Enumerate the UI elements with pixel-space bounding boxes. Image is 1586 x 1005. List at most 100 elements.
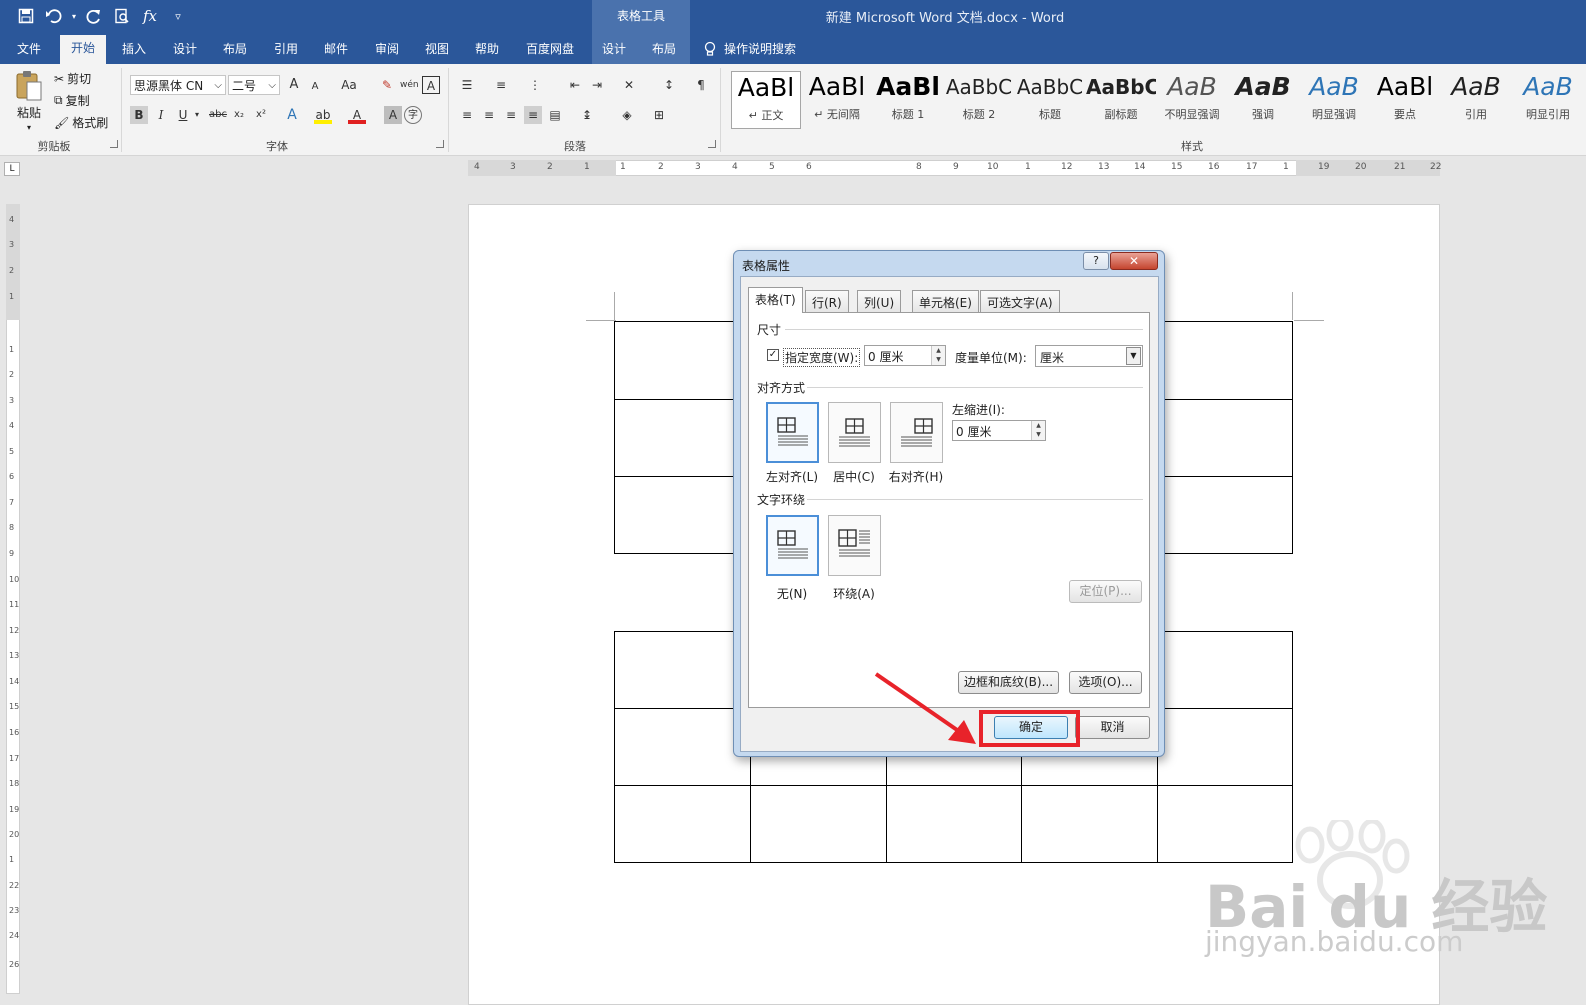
- numbering-icon[interactable]: ≡: [492, 76, 510, 94]
- help-button[interactable]: ?: [1083, 252, 1109, 270]
- style-title[interactable]: AaBbC 标题: [1015, 71, 1085, 129]
- distributed-icon[interactable]: ▤: [546, 106, 564, 124]
- clear-format-icon[interactable]: ✎: [378, 76, 396, 94]
- font-color-icon[interactable]: A: [348, 106, 366, 124]
- font-size-combo[interactable]: 二号 ⌵: [228, 75, 280, 95]
- style-intense-emphasis[interactable]: AaB 明显强调: [1299, 71, 1369, 129]
- measure-unit-select[interactable]: 厘米 ▼: [1035, 345, 1143, 367]
- style-heading-1[interactable]: AaBl 标题 1: [873, 71, 943, 129]
- tab-row[interactable]: 行(R): [805, 290, 849, 312]
- font-family-combo[interactable]: 思源黑体 CN ⌵: [130, 75, 226, 95]
- underline-dropdown-icon[interactable]: ▾: [192, 106, 202, 124]
- tab-mailings[interactable]: 邮件: [324, 40, 348, 57]
- subscript-button[interactable]: x₂: [230, 106, 248, 124]
- character-shading-icon[interactable]: A: [384, 106, 402, 124]
- print-preview-icon[interactable]: [110, 5, 134, 27]
- shading-icon[interactable]: ◈: [618, 106, 636, 124]
- tab-stop-selector[interactable]: L: [4, 162, 20, 176]
- tab-review[interactable]: 审阅: [375, 40, 399, 57]
- chinese-layout-icon[interactable]: ✕: [620, 76, 638, 94]
- enclose-characters-icon[interactable]: 字: [404, 106, 422, 124]
- undo-dropdown-icon[interactable]: ▾: [70, 5, 78, 27]
- highlight-color-icon[interactable]: ab: [314, 106, 332, 124]
- options-button[interactable]: 选项(O)...: [1069, 671, 1142, 694]
- show-marks-icon[interactable]: ¶: [692, 76, 710, 94]
- tab-column[interactable]: 列(U): [857, 290, 902, 312]
- sort-icon[interactable]: ↕: [660, 76, 678, 94]
- copy-button[interactable]: ⧉ 复制: [54, 92, 90, 109]
- paste-button[interactable]: 粘贴 ▾: [14, 70, 44, 132]
- text-effects-icon[interactable]: A: [283, 106, 301, 124]
- style-subtle-emphasis[interactable]: AaB 不明显强调: [1157, 71, 1227, 129]
- style-strong[interactable]: AaBl 要点: [1370, 71, 1440, 129]
- tab-file[interactable]: 文件: [17, 40, 41, 57]
- underline-button[interactable]: U: [174, 106, 192, 124]
- align-left-option[interactable]: [766, 402, 819, 463]
- tab-help[interactable]: 帮助: [475, 40, 499, 57]
- tab-table-layout[interactable]: 布局: [652, 40, 676, 57]
- justify-icon[interactable]: ≡: [524, 106, 542, 124]
- tab-home[interactable]: 开始: [60, 35, 107, 64]
- cut-button[interactable]: ✂ 剪切: [54, 70, 91, 87]
- redo-icon[interactable]: [82, 5, 106, 27]
- style-heading-2[interactable]: AaBbC 标题 2: [944, 71, 1014, 129]
- superscript-button[interactable]: x²: [252, 106, 270, 124]
- bullets-icon[interactable]: ☰: [458, 76, 476, 94]
- character-border-icon[interactable]: A: [422, 76, 440, 94]
- tab-table-design[interactable]: 设计: [602, 40, 626, 57]
- decrease-indent-icon[interactable]: ⇤: [566, 76, 584, 94]
- font-launcher-icon[interactable]: [436, 140, 444, 148]
- paragraph-launcher-icon[interactable]: [708, 140, 716, 148]
- wrap-none-option[interactable]: [766, 515, 819, 576]
- align-center-icon[interactable]: ≡: [480, 106, 498, 124]
- vertical-ruler[interactable]: [6, 204, 20, 994]
- strikethrough-button[interactable]: abc: [206, 106, 230, 124]
- increase-indent-icon[interactable]: ⇥: [588, 76, 606, 94]
- phonetic-guide-icon[interactable]: wén: [400, 76, 419, 94]
- align-right-icon[interactable]: ≡: [502, 106, 520, 124]
- save-icon[interactable]: [14, 5, 38, 27]
- tab-table[interactable]: 表格(T): [748, 287, 803, 313]
- format-painter-button[interactable]: 🖌 格式刷: [54, 114, 108, 131]
- style-quote[interactable]: AaB 引用: [1441, 71, 1511, 129]
- position-button[interactable]: 定位(P)...: [1069, 580, 1142, 603]
- multilevel-list-icon[interactable]: ⋮: [526, 76, 544, 94]
- cancel-button[interactable]: 取消: [1075, 716, 1150, 739]
- width-spinner[interactable]: 0 厘米 ▲ ▼: [864, 345, 946, 366]
- spinner-arrows-icon[interactable]: ▲ ▼: [1031, 421, 1045, 440]
- formula-icon[interactable]: fx: [138, 5, 162, 27]
- align-left-icon[interactable]: ≡: [458, 106, 476, 124]
- tab-insert[interactable]: 插入: [122, 40, 146, 57]
- style-emphasis[interactable]: AaB 强调: [1228, 71, 1298, 129]
- tab-baidu-netdisk[interactable]: 百度网盘: [526, 40, 574, 57]
- tab-cell[interactable]: 单元格(E): [912, 290, 979, 312]
- clipboard-launcher-icon[interactable]: [110, 140, 118, 148]
- italic-button[interactable]: I: [152, 106, 170, 124]
- tab-view[interactable]: 视图: [425, 40, 449, 57]
- tell-me-search[interactable]: 操作说明搜索: [704, 40, 796, 57]
- grow-font-icon[interactable]: A: [285, 76, 303, 94]
- shrink-font-icon[interactable]: A: [306, 78, 324, 96]
- style-normal[interactable]: AaBl ↵ 正文: [731, 71, 801, 129]
- tab-references[interactable]: 引用: [274, 40, 298, 57]
- align-center-option[interactable]: [828, 402, 881, 463]
- left-indent-spinner[interactable]: 0 厘米 ▲ ▼: [952, 420, 1046, 441]
- specify-width-checkbox[interactable]: ✓: [767, 349, 779, 361]
- tab-layout[interactable]: 布局: [223, 40, 247, 57]
- close-button[interactable]: ✕: [1110, 252, 1158, 270]
- tab-alt-text[interactable]: 可选文字(A): [980, 290, 1060, 312]
- spinner-arrows-icon[interactable]: ▲ ▼: [931, 346, 945, 365]
- chevron-down-icon[interactable]: ▼: [1126, 347, 1141, 365]
- undo-icon[interactable]: [42, 5, 66, 27]
- line-spacing-icon[interactable]: ↨: [578, 106, 596, 124]
- borders-icon[interactable]: ⊞: [650, 106, 668, 124]
- align-right-option[interactable]: [890, 402, 943, 463]
- style-subtitle[interactable]: AaBbC 副标题: [1086, 71, 1156, 129]
- tab-design[interactable]: 设计: [173, 40, 197, 57]
- change-case-button[interactable]: Aa: [336, 76, 362, 94]
- style-intense-quote[interactable]: AaB 明显引用: [1512, 71, 1584, 129]
- customize-qat-icon[interactable]: ▿: [166, 5, 190, 27]
- style-no-spacing[interactable]: AaBl ↵ 无间隔: [802, 71, 872, 129]
- wrap-around-option[interactable]: [828, 515, 881, 576]
- bold-button[interactable]: B: [130, 106, 148, 124]
